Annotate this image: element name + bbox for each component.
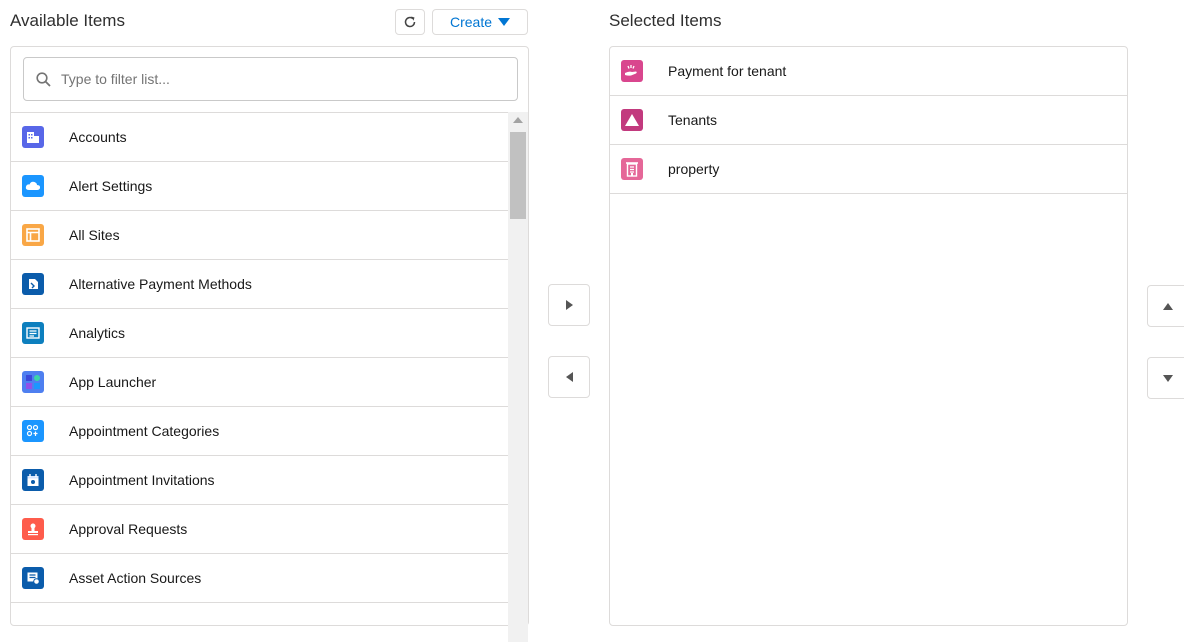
list-item-label: Tenants	[668, 112, 718, 128]
available-items-panel: Accounts Alert Settings All Sites Alternati…	[10, 46, 529, 642]
cloud-icon	[22, 175, 44, 197]
refresh-icon	[404, 16, 416, 28]
payment-icon	[22, 273, 44, 295]
refresh-button[interactable]	[395, 9, 425, 35]
list-scrollbar[interactable]	[508, 112, 528, 642]
available-list-item[interactable]: Approval Requests	[11, 505, 508, 554]
caret-down-icon	[1163, 374, 1173, 382]
move-down-button[interactable]	[1147, 357, 1184, 399]
selected-items-heading: Selected Items	[609, 11, 722, 30]
available-list-item[interactable]: Accounts	[11, 113, 508, 162]
list-item-label: Approval Requests	[69, 521, 188, 537]
search-icon	[36, 71, 51, 87]
chevron-down-icon	[498, 18, 511, 26]
list-item-label: property	[668, 161, 720, 177]
selected-items-list: Payment for tenant Tenants property	[610, 47, 1127, 194]
list-item-label: App Launcher	[69, 374, 157, 390]
available-items-heading: Available Items	[10, 11, 125, 30]
app-launcher-icon	[22, 371, 44, 393]
list-item-label: Analytics	[69, 325, 126, 341]
hand-icon	[621, 60, 643, 82]
scrollbar-thumb[interactable]	[510, 132, 526, 219]
list-item-label: Appointment Invitations	[69, 472, 215, 488]
triangle-icon	[621, 109, 643, 131]
create-button[interactable]: Create	[432, 9, 528, 35]
list-item-label: Alert Settings	[69, 178, 153, 194]
available-list-item[interactable]: Asset Action Sources	[11, 554, 508, 603]
caret-up-icon	[1163, 302, 1173, 310]
accounts-icon	[22, 126, 44, 148]
list-item-label: Alternative Payment Methods	[69, 276, 252, 292]
analytics-icon	[22, 322, 44, 344]
scroll-up-arrow-icon[interactable]	[513, 117, 523, 123]
building-icon	[621, 158, 643, 180]
available-items-list: Accounts Alert Settings All Sites Alternati…	[11, 112, 508, 603]
calendar-icon	[22, 469, 44, 491]
move-to-selected-button[interactable]	[548, 284, 590, 326]
list-item-label: All Sites	[69, 227, 120, 243]
approval-icon	[22, 518, 44, 540]
selected-list-item[interactable]: property	[610, 145, 1127, 194]
available-list-item[interactable]: All Sites	[11, 211, 508, 260]
list-item-label: Asset Action Sources	[69, 570, 202, 586]
move-up-button[interactable]	[1147, 285, 1184, 327]
available-list-item[interactable]: Alternative Payment Methods	[11, 260, 508, 309]
available-list-item[interactable]: Appointment Categories	[11, 407, 508, 456]
available-list-item[interactable]: Appointment Invitations	[11, 456, 508, 505]
caret-right-icon	[565, 300, 573, 310]
list-item-label: Payment for tenant	[668, 63, 787, 79]
available-list-item[interactable]: App Launcher	[11, 358, 508, 407]
available-list-item[interactable]: Alert Settings	[11, 162, 508, 211]
list-item-label: Accounts	[69, 129, 127, 145]
selected-items-panel: Payment for tenant Tenants property	[609, 46, 1128, 626]
create-button-label: Create	[449, 14, 493, 30]
available-list-item[interactable]: Analytics	[11, 309, 508, 358]
filter-search-box[interactable]	[23, 57, 518, 101]
caret-left-icon	[565, 372, 573, 382]
list-item-label: Appointment Categories	[69, 423, 220, 439]
move-to-available-button[interactable]	[548, 356, 590, 398]
asset-icon	[22, 567, 44, 589]
filter-input[interactable]	[59, 70, 503, 88]
selected-list-item[interactable]: Payment for tenant	[610, 47, 1127, 96]
sites-icon	[22, 224, 44, 246]
selected-list-item[interactable]: Tenants	[610, 96, 1127, 145]
categories-icon	[22, 420, 44, 442]
